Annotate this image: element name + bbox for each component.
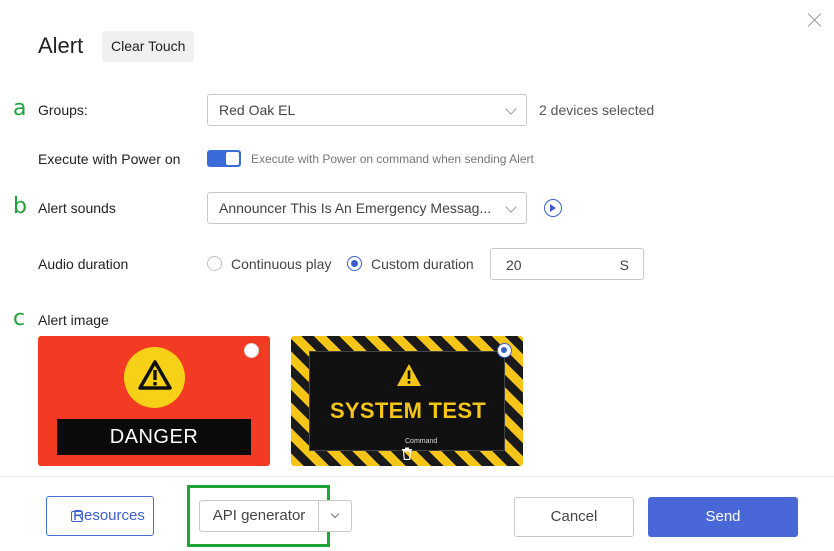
warning-icon: [397, 364, 421, 386]
footer-divider: [0, 476, 834, 477]
resources-button[interactable]: Resources: [46, 496, 154, 536]
play-icon[interactable]: [544, 199, 562, 217]
api-generator-button[interactable]: API generator: [199, 500, 319, 532]
box-icon: [71, 511, 83, 522]
danger-image-radio[interactable]: [244, 343, 259, 358]
groups-select[interactable]: Red Oak EL: [207, 94, 527, 126]
system-test-panel: SYSTEM TEST Command: [309, 351, 505, 451]
groups-select-value: Red Oak EL: [219, 102, 296, 118]
groups-label: Groups:: [38, 102, 88, 118]
cancel-button[interactable]: Cancel: [514, 497, 634, 537]
chevron-down-icon: [330, 509, 340, 519]
power-on-description: Execute with Power on command when sendi…: [251, 152, 534, 166]
continuous-play-radio[interactable]: [207, 256, 222, 271]
duration-value: 20: [506, 257, 522, 273]
audio-duration-label: Audio duration: [38, 256, 129, 272]
system-test-text: SYSTEM TEST: [329, 398, 487, 423]
toggle-knob: [226, 152, 239, 165]
custom-duration-radio[interactable]: [347, 256, 362, 271]
resources-label: Resources: [73, 507, 145, 524]
danger-image-card[interactable]: DANGER: [38, 336, 270, 466]
trash-icon[interactable]: [401, 447, 413, 460]
danger-text: DANGER: [57, 419, 251, 455]
alert-image-label: Alert image: [38, 312, 109, 328]
system-test-image-radio[interactable]: [497, 343, 512, 358]
annotation-marker-b: b: [13, 194, 27, 219]
continuous-play-label[interactable]: Continuous play: [231, 256, 331, 272]
power-on-label: Execute with Power on: [38, 151, 181, 167]
warning-triangle-icon: [138, 360, 172, 390]
chevron-down-icon: [505, 103, 517, 115]
power-on-toggle[interactable]: [207, 150, 241, 167]
alert-sounds-select-value: Announcer This Is An Emergency Messag...: [219, 200, 492, 216]
annotation-marker-c: c: [13, 306, 26, 331]
system-test-image-card[interactable]: SYSTEM TEST Command: [291, 336, 523, 466]
warning-icon: [124, 347, 185, 408]
duration-input[interactable]: 20 S: [490, 248, 644, 280]
duration-unit: S: [619, 257, 629, 273]
close-icon[interactable]: [806, 11, 824, 29]
command-caption: Command: [405, 438, 438, 445]
annotation-marker-a: a: [13, 96, 27, 121]
api-generator-dropdown[interactable]: [318, 500, 352, 532]
alert-sounds-select[interactable]: Announcer This Is An Emergency Messag...: [207, 192, 527, 224]
custom-duration-label[interactable]: Custom duration: [371, 256, 474, 272]
chevron-down-icon: [505, 201, 517, 213]
send-button[interactable]: Send: [648, 497, 798, 537]
alert-sounds-label: Alert sounds: [38, 200, 116, 216]
clear-touch-button[interactable]: Clear Touch: [102, 31, 195, 62]
devices-selected-text: 2 devices selected: [539, 102, 655, 118]
dialog-title: Alert: [38, 33, 84, 58]
